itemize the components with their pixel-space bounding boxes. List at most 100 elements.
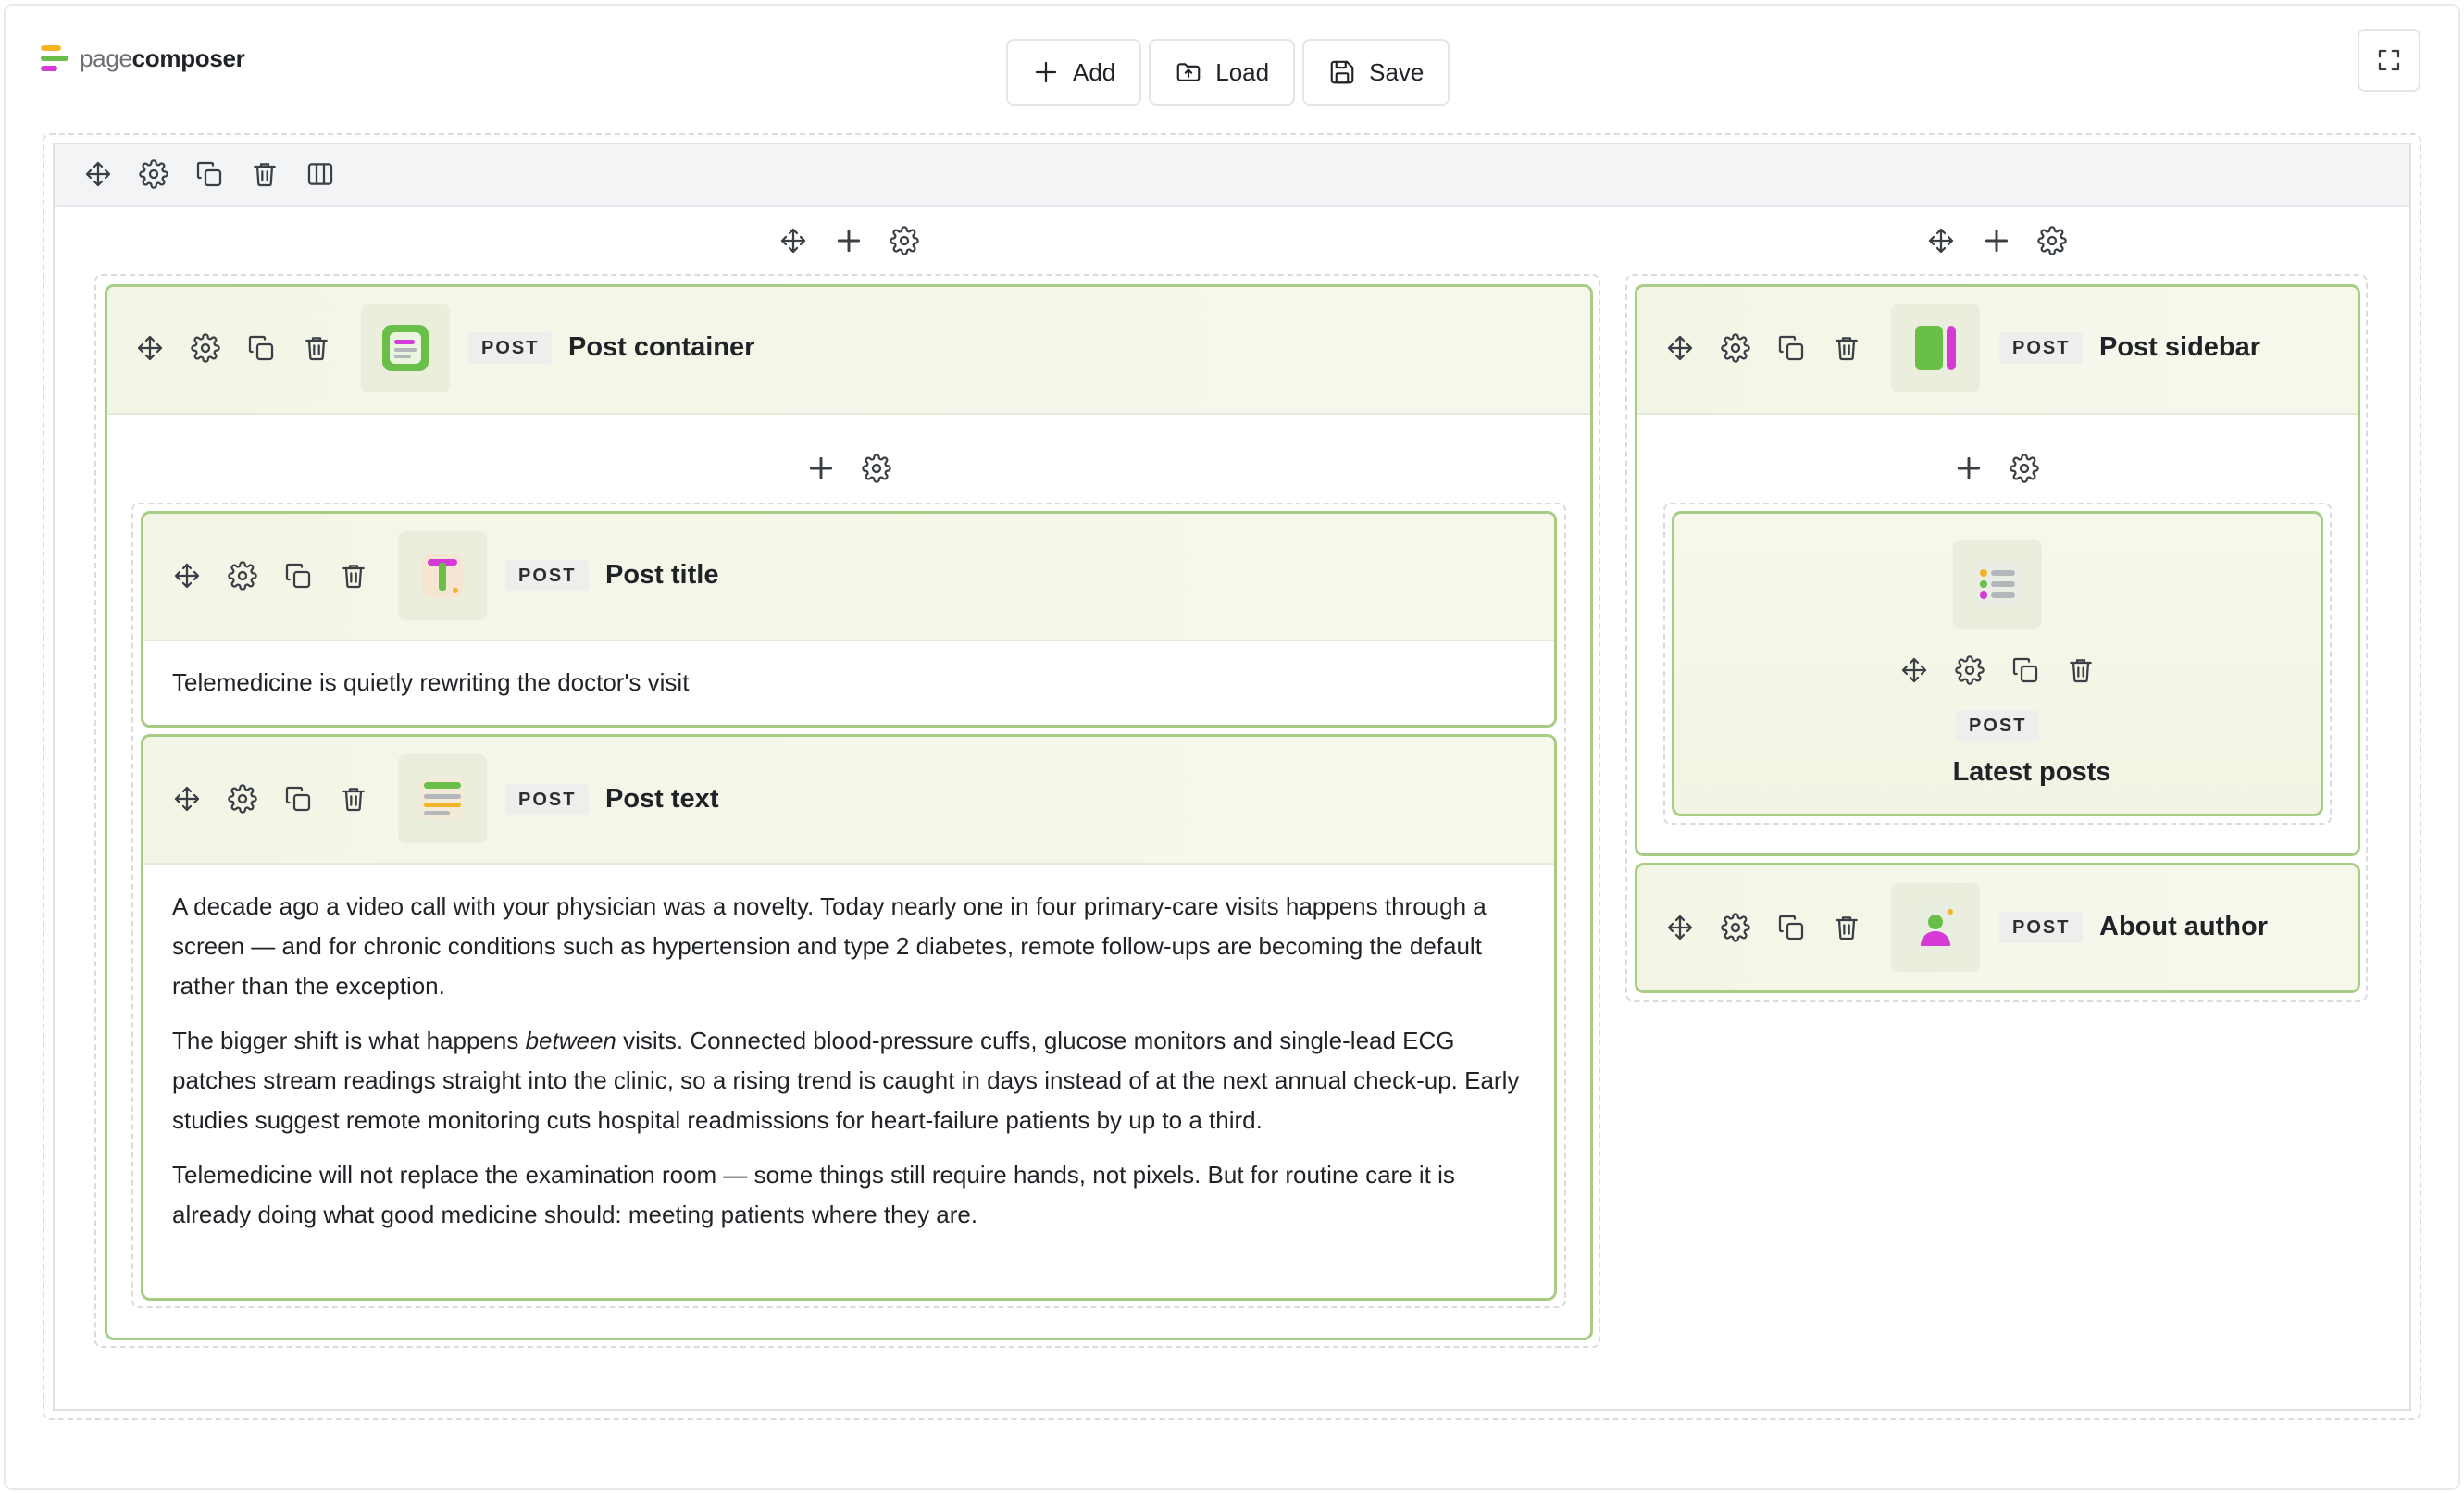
gear-icon xyxy=(862,454,891,483)
delete-button[interactable] xyxy=(237,146,292,202)
move-icon xyxy=(780,228,806,254)
gear-icon xyxy=(191,333,220,363)
post-text-title: Post text xyxy=(605,784,719,814)
post-container-delete-button[interactable] xyxy=(289,320,344,376)
gear-icon xyxy=(2037,226,2067,255)
latest-posts-duplicate-button[interactable] xyxy=(1997,642,2053,698)
latest-posts-settings-button[interactable] xyxy=(1942,642,1997,698)
trash-icon xyxy=(2070,659,2092,683)
post-sidebar-thumbnail xyxy=(1891,304,1980,392)
post-title-delete-button[interactable] xyxy=(326,548,381,604)
post-text-duplicate-button[interactable] xyxy=(270,771,326,827)
post-container-thumbnail xyxy=(361,304,450,392)
column-2-actions xyxy=(1913,213,2080,268)
post-container-add-button[interactable] xyxy=(793,441,849,496)
list-block-icon xyxy=(1975,562,2020,606)
post-title-settings-button[interactable] xyxy=(215,548,270,604)
latest-posts-delete-button[interactable] xyxy=(2053,642,2109,698)
post-sidebar-duplicate-button[interactable] xyxy=(1763,320,1819,376)
folder-upload-icon xyxy=(1176,63,1201,81)
copy-icon xyxy=(196,161,222,187)
post-container-inner-actions xyxy=(793,441,904,496)
logo-text-bold: composer xyxy=(131,44,245,72)
main-toolbar: Add Load Save xyxy=(1006,39,1450,106)
post-container-badge: POST xyxy=(468,332,553,364)
about-author-settings-button[interactable] xyxy=(1708,900,1763,955)
trash-icon xyxy=(342,565,365,589)
post-text-delete-button[interactable] xyxy=(326,771,381,827)
column-1-move-button[interactable] xyxy=(765,213,821,268)
column-2-move-button[interactable] xyxy=(1913,213,1969,268)
about-author-move-button[interactable] xyxy=(1652,900,1708,955)
columns-icon xyxy=(307,163,333,185)
about-author-badge: POST xyxy=(1999,912,2084,943)
about-author-title: About author xyxy=(2099,912,2269,941)
post-container-inner-settings-button[interactable] xyxy=(849,441,904,496)
move-icon xyxy=(174,563,200,589)
trash-icon xyxy=(1836,916,1858,940)
post-sidebar-add-button[interactable] xyxy=(1941,441,1997,496)
logo-mark-icon xyxy=(41,44,70,73)
save-button[interactable]: Save xyxy=(1302,39,1450,106)
gear-icon xyxy=(1721,333,1750,363)
post-sidebar-inner-settings-button[interactable] xyxy=(1997,441,2052,496)
floppy-disk-icon xyxy=(1330,60,1354,84)
gear-icon xyxy=(139,159,168,189)
post-sidebar-settings-button[interactable] xyxy=(1708,320,1763,376)
post-title-badge: POST xyxy=(505,560,590,591)
post-text-content: A decade ago a video call with your phys… xyxy=(172,887,1533,1235)
post-sidebar-title: Post sidebar xyxy=(2099,332,2261,362)
latest-posts-actions xyxy=(1886,642,2109,698)
post-sidebar-inner-actions xyxy=(1941,441,2052,496)
post-sidebar-move-button[interactable] xyxy=(1652,320,1708,376)
plus-icon xyxy=(1985,229,2009,253)
load-button-label: Load xyxy=(1215,57,1270,86)
post-title-duplicate-button[interactable] xyxy=(270,548,326,604)
load-button[interactable]: Load xyxy=(1149,39,1296,106)
post-text-settings-button[interactable] xyxy=(215,771,270,827)
post-title-move-button[interactable] xyxy=(159,548,215,604)
trash-icon xyxy=(1836,337,1858,361)
post-title-actions xyxy=(159,548,381,604)
gear-icon xyxy=(228,784,257,814)
column-1-actions xyxy=(765,213,932,268)
column-1-settings-button[interactable] xyxy=(877,213,932,268)
copy-icon xyxy=(2012,657,2038,683)
trash-icon xyxy=(305,337,328,361)
post-container-duplicate-button[interactable] xyxy=(233,320,289,376)
settings-button[interactable] xyxy=(126,146,181,202)
add-button[interactable]: Add xyxy=(1006,39,1142,106)
post-text-thumbnail xyxy=(398,754,487,843)
post-sidebar-delete-button[interactable] xyxy=(1819,320,1874,376)
post-text-move-button[interactable] xyxy=(159,771,215,827)
move-icon xyxy=(137,335,163,361)
column-1-add-button[interactable] xyxy=(821,213,877,268)
post-container-move-button[interactable] xyxy=(122,320,178,376)
column-2-add-button[interactable] xyxy=(1969,213,2024,268)
column-2-settings-button[interactable] xyxy=(2024,213,2080,268)
move-button[interactable] xyxy=(70,146,126,202)
post-container-settings-button[interactable] xyxy=(178,320,233,376)
app-logo: pagecomposer xyxy=(41,44,245,73)
post-text-badge: POST xyxy=(505,784,590,815)
post-container-title: Post container xyxy=(568,332,755,362)
move-icon xyxy=(1928,228,1954,254)
copy-icon xyxy=(285,786,311,812)
duplicate-button[interactable] xyxy=(181,146,237,202)
gear-icon xyxy=(1955,655,1985,685)
copy-icon xyxy=(1778,335,1804,361)
fullscreen-button[interactable] xyxy=(2358,29,2420,92)
gear-icon xyxy=(890,226,919,255)
move-icon xyxy=(1901,657,1927,683)
latest-posts-title: Latest posts xyxy=(1952,757,2111,787)
about-author-delete-button[interactable] xyxy=(1819,900,1874,955)
about-author-actions xyxy=(1652,900,1874,955)
about-author-duplicate-button[interactable] xyxy=(1763,900,1819,955)
copy-icon xyxy=(285,563,311,589)
columns-button[interactable] xyxy=(292,146,348,202)
latest-posts-move-button[interactable] xyxy=(1886,642,1942,698)
text-block-icon xyxy=(420,778,465,819)
post-title-content: Telemedicine is quietly rewriting the do… xyxy=(172,668,690,696)
logo-text-light: page xyxy=(80,44,132,72)
gear-icon xyxy=(1721,913,1750,942)
